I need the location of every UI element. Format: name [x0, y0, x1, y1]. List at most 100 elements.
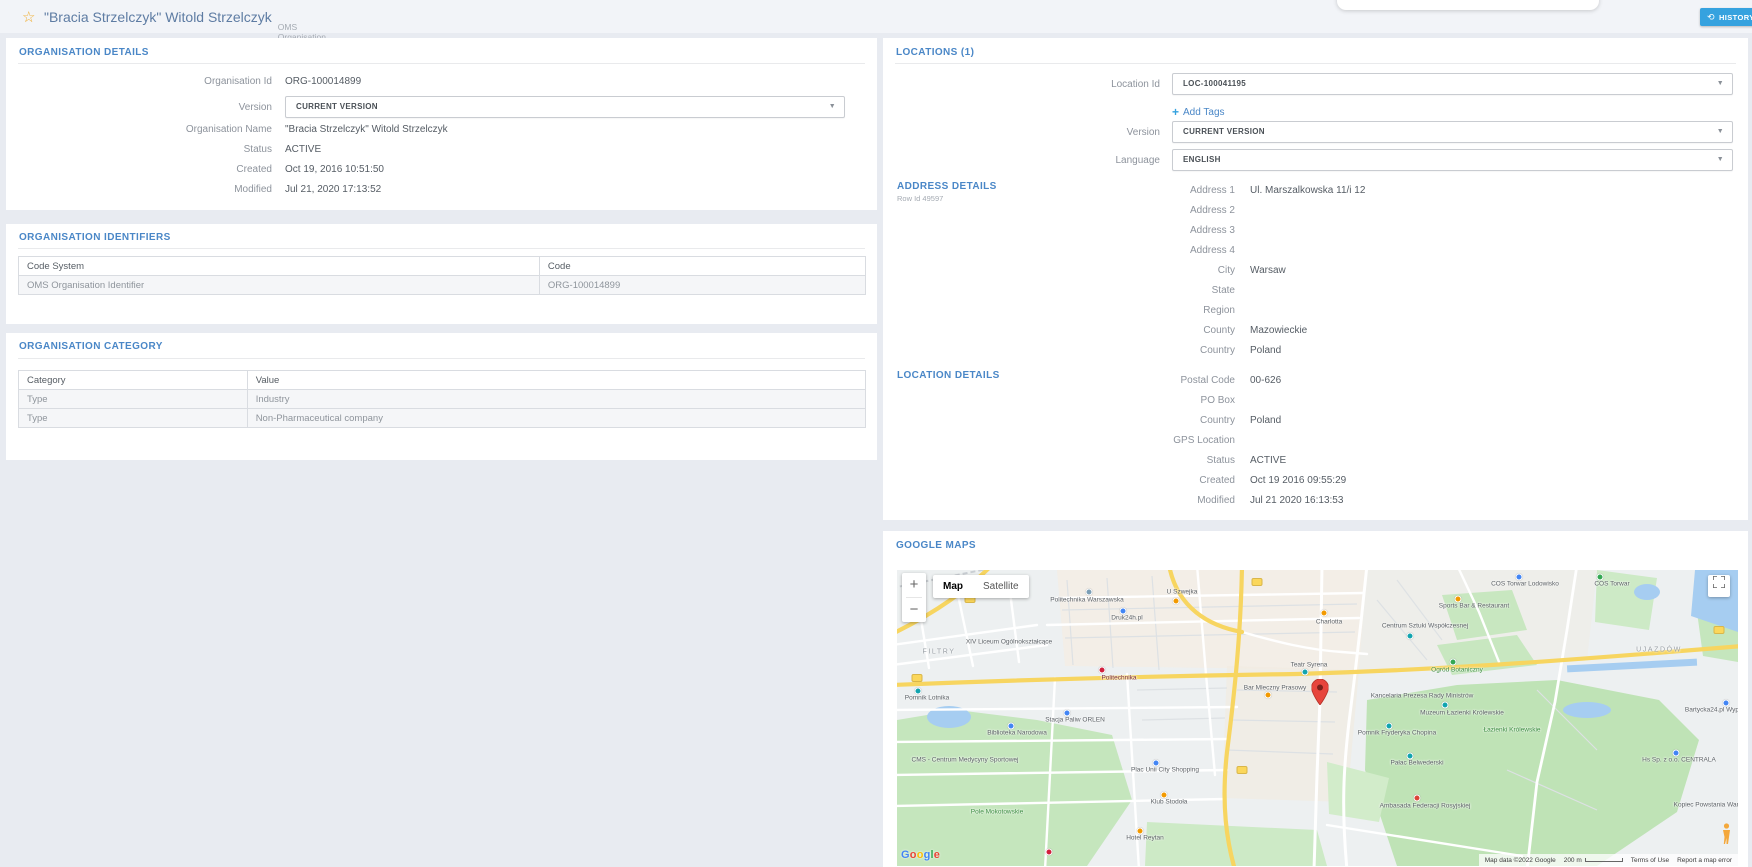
zoom-out-button[interactable]: − [902, 598, 926, 622]
floating-panel [1337, 0, 1599, 10]
map-poi-icon[interactable] [1321, 610, 1328, 617]
map-label: Ogród Botaniczny [1431, 667, 1483, 674]
field-label: Version [883, 127, 1160, 138]
map-poi-icon[interactable] [1407, 753, 1414, 760]
location-id-select[interactable]: LOC-100041195 ▼ [1172, 73, 1733, 95]
map-label: Muzeum Łazienki Królewskie [1420, 710, 1504, 717]
map-poi-icon[interactable] [915, 688, 922, 695]
location-marker-icon[interactable] [1312, 679, 1329, 710]
panel-title: GOOGLE MAPS [896, 540, 976, 551]
map-poi-icon[interactable] [1673, 750, 1680, 757]
map-label: Łazienki Królewskie [1483, 727, 1540, 734]
location-version-select[interactable]: CURRENT VERSION ▼ [1172, 121, 1733, 143]
road-shield-icon [1714, 626, 1725, 634]
table-row: Type Non-Pharmaceutical company [19, 409, 866, 428]
column-header: Category [19, 371, 248, 390]
map-poi-icon[interactable] [1723, 700, 1730, 707]
google-logo[interactable]: Google [901, 849, 940, 861]
divider [18, 63, 865, 64]
map-poi-icon[interactable] [1086, 589, 1093, 596]
pegman-icon[interactable] [1721, 823, 1732, 850]
map-poi-icon[interactable] [1008, 723, 1015, 730]
map-poi-icon[interactable] [1120, 608, 1127, 615]
map-poi-icon[interactable] [1407, 633, 1414, 640]
terms-of-use-link[interactable]: Terms of Use [1631, 857, 1669, 864]
field-label: Status [6, 144, 285, 155]
field-label: Region [883, 305, 1235, 316]
history-button[interactable]: ⟲ HISTORY ▾ [1700, 8, 1752, 26]
field-label: County [883, 325, 1235, 336]
map-poi-icon[interactable] [1516, 574, 1523, 581]
map-poi-icon[interactable] [1137, 828, 1144, 835]
field-label: Country [883, 415, 1235, 426]
map-poi-icon[interactable] [1442, 702, 1449, 709]
field-label: GPS Location [883, 435, 1235, 446]
map-label: Bar Mleczny Prasowy [1244, 685, 1307, 692]
map-type-control: Map Satellite [933, 575, 1029, 598]
language-select[interactable]: ENGLISH ▼ [1172, 149, 1733, 171]
fullscreen-button[interactable] [1708, 575, 1730, 597]
map-type-satellite-button[interactable]: Satellite [973, 575, 1029, 598]
modified-value: Jul 21, 2020 17:13:52 [285, 184, 381, 195]
map-label: Kancelaria Prezesa Rady Ministrów [1371, 693, 1474, 700]
map-label: Plac Unii City Shopping [1131, 767, 1199, 774]
map-poi-icon[interactable] [1450, 659, 1457, 666]
map-poi-icon[interactable] [1161, 792, 1168, 799]
map-label: Politechnika Warszawska [1050, 597, 1123, 604]
organisation-details-panel: ORGANISATION DETAILS Organisation IdORG-… [6, 38, 877, 210]
road-shield-icon [1252, 578, 1263, 586]
map-poi-icon[interactable] [1173, 598, 1180, 605]
map-scale: 200 m [1564, 857, 1623, 864]
field-label: Version [6, 102, 285, 113]
favorite-star-icon[interactable]: ☆ [22, 8, 35, 26]
map-canvas[interactable]: Politechnika WarszawskaU SzwejkaDruk24h.… [897, 570, 1738, 866]
google-logo-letter: o [917, 849, 924, 861]
map-poi-icon[interactable] [1265, 692, 1272, 699]
panel-title: ORGANISATION IDENTIFIERS [19, 232, 171, 243]
field-label: State [883, 285, 1235, 296]
table-row: OMS Organisation Identifier ORG-10001489… [19, 276, 866, 295]
fullscreen-icon [1713, 576, 1725, 588]
page: ☆ "Bracia Strzelczyk" Witold StrzelczykO… [0, 0, 1752, 867]
report-map-error-link[interactable]: Report a map error [1677, 857, 1732, 864]
map-label: Teatr Syrena [1291, 662, 1328, 669]
map-scale-label: 200 m [1564, 857, 1582, 864]
zoom-in-button[interactable]: + [902, 573, 926, 597]
map-label: Bartycka24.pl Wyposażenie [1685, 707, 1738, 714]
map-poi-icon[interactable] [1414, 795, 1421, 802]
google-logo-letter: e [934, 849, 940, 861]
map-poi-icon[interactable] [1386, 723, 1393, 730]
address1-value: Ul. Marszalkowska 11/i 12 [1250, 185, 1365, 196]
map-poi-icon[interactable] [1455, 596, 1462, 603]
field-label: Modified [6, 184, 285, 195]
location-version-select-value: CURRENT VERSION [1183, 127, 1265, 136]
field-label: Postal Code [883, 375, 1235, 386]
map-label: Kopiec Powstania Warszawskiego [1674, 802, 1738, 809]
version-select[interactable]: CURRENT VERSION ▼ [285, 96, 845, 118]
history-button-label: HISTORY [1719, 13, 1752, 22]
field-label: Country [883, 345, 1235, 356]
map-label: Ambasada Federacji Rosyjskiej [1380, 803, 1471, 810]
cell-category: Type [19, 390, 248, 409]
map-type-map-button[interactable]: Map [933, 575, 973, 598]
loc-created-value: Oct 19 2016 09:55:29 [1250, 475, 1346, 486]
map-poi-icon[interactable] [1597, 574, 1604, 581]
map-poi-icon[interactable] [1099, 667, 1106, 674]
field-label: Organisation Name [6, 124, 285, 135]
field-label: Location Id [883, 79, 1160, 90]
map-poi-icon[interactable] [1302, 669, 1309, 676]
field-label: Organisation Id [6, 76, 285, 87]
map-poi-icon[interactable] [1064, 710, 1071, 717]
map-poi-icon[interactable] [1046, 849, 1053, 856]
add-tags-label: Add Tags [1183, 107, 1225, 118]
plus-icon: + [1172, 105, 1179, 119]
history-icon: ⟲ [1707, 12, 1715, 23]
cell-value: Industry [247, 390, 865, 409]
map-poi-icon[interactable] [1153, 760, 1160, 767]
organisation-id-value: ORG-100014899 [285, 76, 361, 87]
map-label: XIV Liceum Ogólnokształcące [966, 639, 1052, 646]
add-tags-button[interactable]: + Add Tags [1172, 105, 1225, 119]
cell-code: ORG-100014899 [539, 276, 865, 295]
chevron-down-icon: ▼ [1717, 122, 1724, 142]
loc-status-value: ACTIVE [1250, 455, 1286, 466]
